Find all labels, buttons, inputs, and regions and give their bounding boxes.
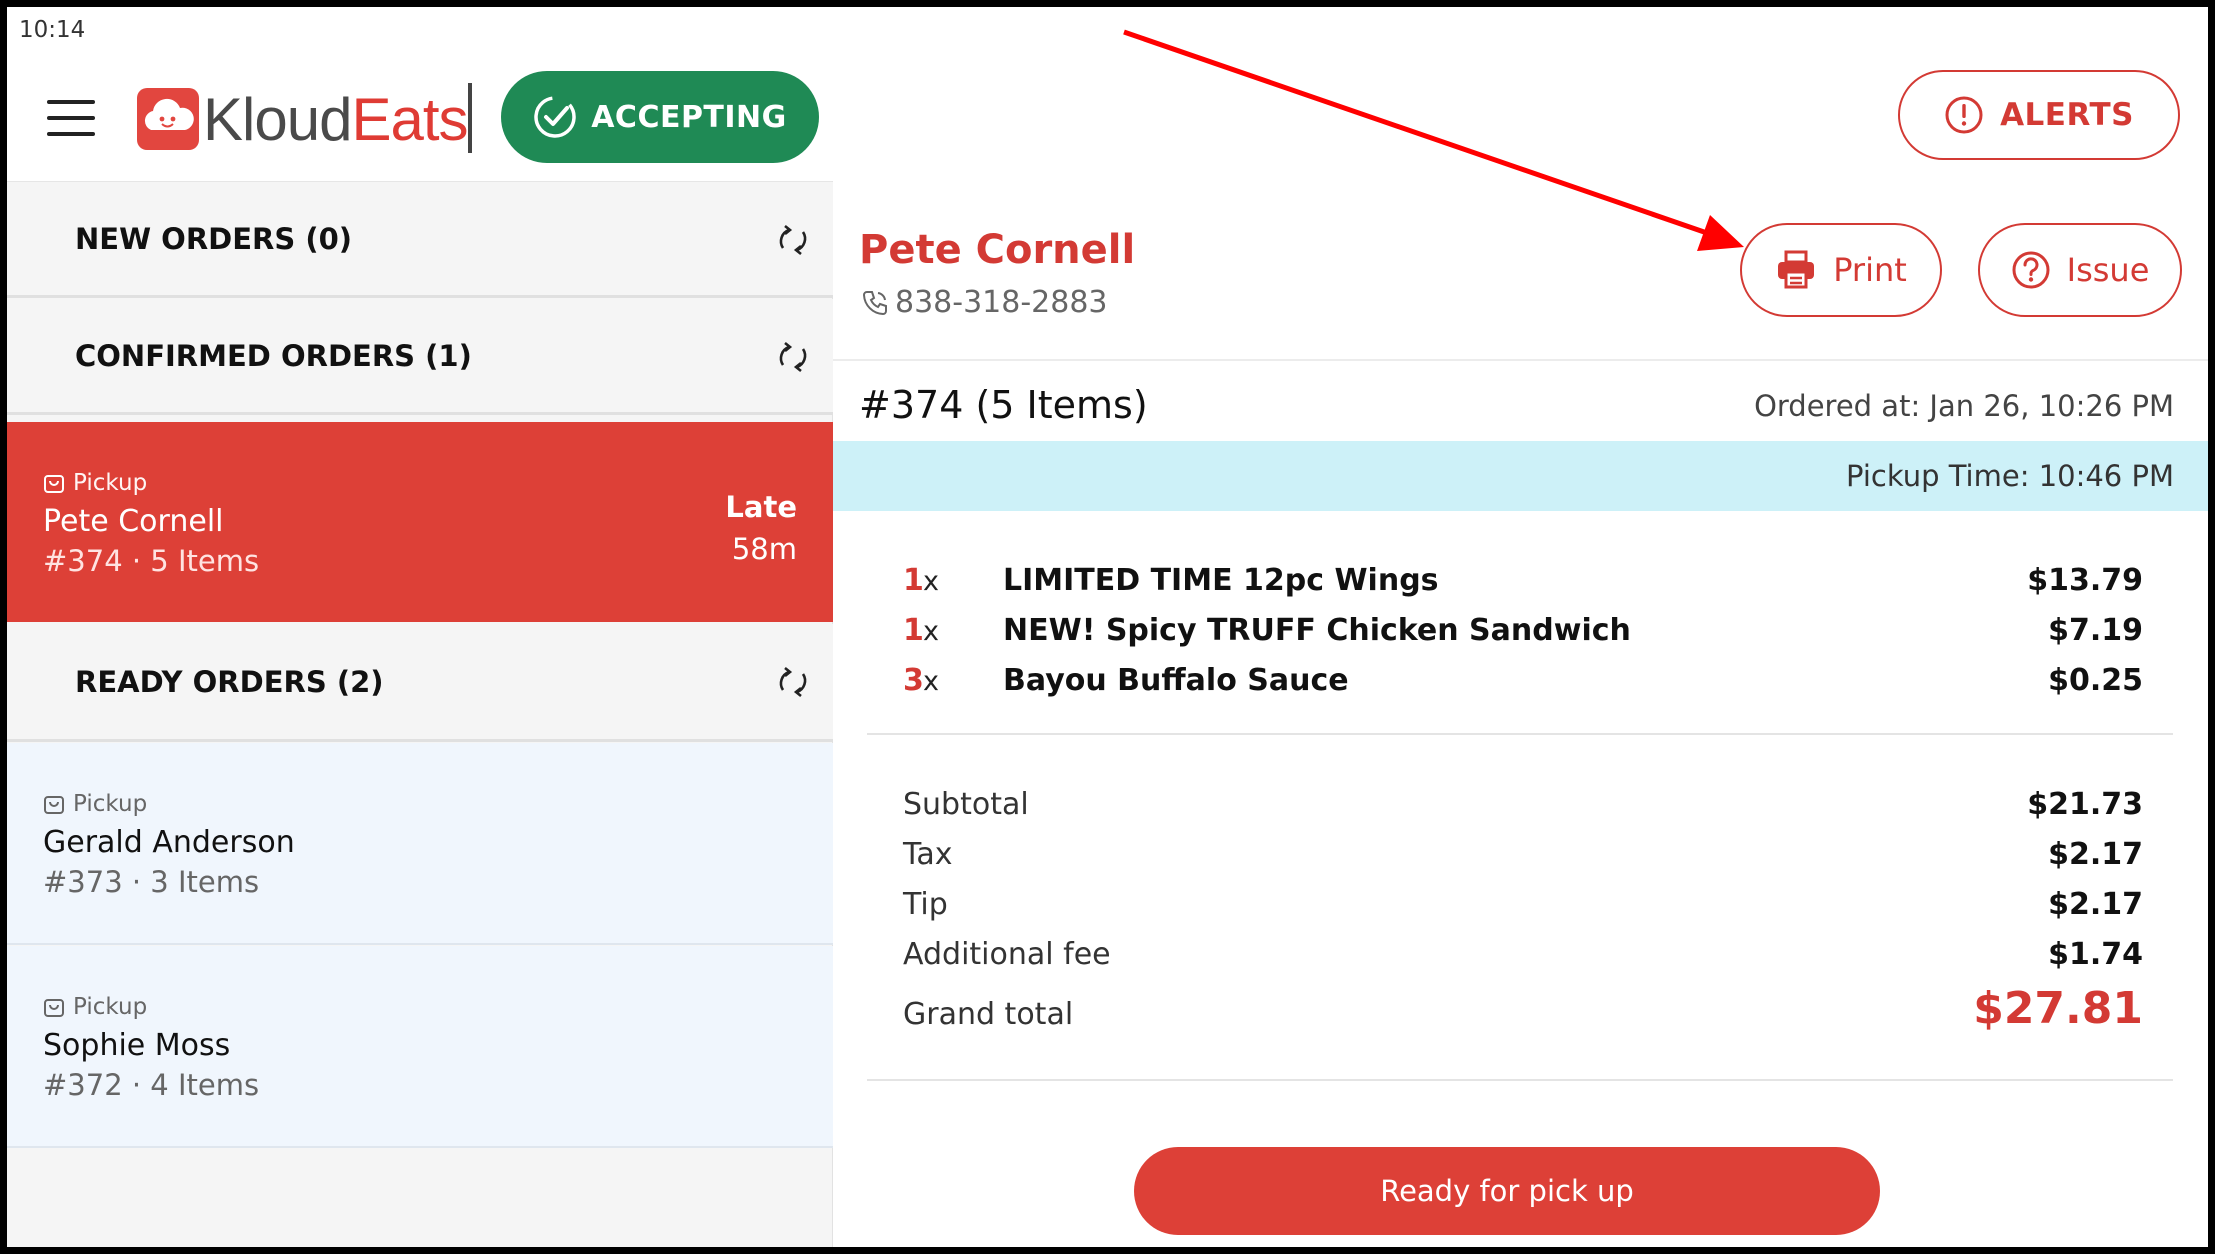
alert-icon bbox=[1945, 96, 1983, 134]
bag-icon bbox=[44, 796, 64, 814]
order-card-active[interactable]: Pickup Pete Cornell #374 · 5 Items Late … bbox=[7, 422, 833, 622]
item-price: $7.19 bbox=[2048, 613, 2143, 648]
item-name: LIMITED TIME 12pc Wings bbox=[1003, 563, 1439, 598]
grand-total-label: Grand total bbox=[903, 997, 1074, 1032]
order-customer-name: Gerald Anderson bbox=[43, 825, 295, 860]
section-confirmed-orders[interactable]: CONFIRMED ORDERS (1) bbox=[7, 299, 833, 415]
accepting-button[interactable]: ACCEPTING bbox=[501, 71, 819, 163]
divider bbox=[867, 733, 2173, 735]
order-type-label: Pickup bbox=[73, 791, 148, 817]
section-new-orders[interactable]: NEW ORDERS (0) bbox=[7, 182, 833, 298]
ready-for-pickup-label: Ready for pick up bbox=[1380, 1174, 1634, 1208]
subtotal-value: $21.73 bbox=[2027, 787, 2143, 822]
late-label: Late bbox=[725, 490, 797, 524]
header-divider bbox=[468, 83, 472, 153]
refresh-icon[interactable] bbox=[775, 664, 811, 700]
subtotal-label: Subtotal bbox=[903, 787, 1029, 822]
item-x: x bbox=[923, 566, 939, 597]
order-card[interactable]: Pickup Sophie Moss #372 · 4 Items bbox=[7, 946, 833, 1148]
check-circle-icon bbox=[534, 96, 576, 138]
logo-text: Kloud Eats bbox=[203, 85, 469, 154]
order-type: Pickup bbox=[43, 791, 147, 817]
tip-label: Tip bbox=[903, 887, 948, 922]
order-item-row: 1 x NEW! Spicy TRUFF Chicken Sandwich $7… bbox=[903, 613, 2143, 661]
logo-text-kloud: Kloud bbox=[203, 85, 352, 153]
item-x: x bbox=[923, 616, 939, 647]
item-name: Bayou Buffalo Sauce bbox=[1003, 663, 1349, 698]
item-price: $0.25 bbox=[2048, 663, 2143, 698]
item-qty: 1 bbox=[903, 563, 924, 598]
ordered-at: Ordered at: Jan 26, 10:26 PM bbox=[1754, 389, 2174, 423]
item-price: $13.79 bbox=[2027, 563, 2143, 598]
accepting-label: ACCEPTING bbox=[591, 99, 787, 135]
refresh-icon[interactable] bbox=[775, 222, 811, 258]
print-label: Print bbox=[1833, 251, 1907, 289]
pickup-time-bar: Pickup Time: 10:46 PM bbox=[833, 441, 2208, 511]
divider bbox=[867, 1079, 2173, 1081]
additional-fee-value: $1.74 bbox=[2048, 937, 2143, 972]
help-icon bbox=[2012, 251, 2050, 289]
menu-icon[interactable] bbox=[47, 100, 95, 138]
late-time: 58m bbox=[731, 532, 797, 566]
customer-name: Pete Cornell bbox=[859, 227, 1136, 273]
bag-icon bbox=[44, 999, 64, 1017]
section-ready-orders[interactable]: READY ORDERS (2) bbox=[7, 624, 833, 742]
late-badge: Late 58m bbox=[725, 486, 797, 570]
order-meta: #374 · 5 Items bbox=[43, 544, 260, 578]
customer-phone-number: 838-318-2883 bbox=[895, 285, 1108, 320]
tax-label: Tax bbox=[903, 837, 953, 872]
bag-icon bbox=[44, 475, 64, 493]
additional-fee-label: Additional fee bbox=[903, 937, 1111, 972]
divider bbox=[833, 359, 2208, 361]
order-type-label: Pickup bbox=[73, 470, 148, 496]
grand-total-value: $27.81 bbox=[1973, 983, 2143, 1034]
pickup-time: Pickup Time: 10:46 PM bbox=[1845, 459, 2174, 493]
section-title: NEW ORDERS (0) bbox=[75, 221, 353, 256]
orders-sidebar: NEW ORDERS (0) CONFIRMED ORDERS (1) Pick… bbox=[7, 181, 833, 1247]
order-type: Pickup bbox=[43, 470, 147, 496]
phone-icon bbox=[862, 290, 887, 315]
order-item-row: 1 x LIMITED TIME 12pc Wings $13.79 bbox=[903, 563, 2143, 611]
ready-for-pickup-button[interactable]: Ready for pick up bbox=[1134, 1147, 1880, 1235]
order-item-row: 3 x Bayou Buffalo Sauce $0.25 bbox=[903, 663, 2143, 711]
order-card[interactable]: Pickup Gerald Anderson #373 · 3 Items bbox=[7, 743, 833, 945]
alerts-button[interactable]: ALERTS bbox=[1898, 70, 2180, 160]
app-window: 10:14 Kloud Eats ACCEPTING ALERTS NEW OR… bbox=[7, 7, 2208, 1247]
tip-value: $2.17 bbox=[2048, 887, 2143, 922]
status-time: 10:14 bbox=[19, 17, 86, 43]
order-meta: #373 · 3 Items bbox=[43, 865, 260, 899]
alerts-label: ALERTS bbox=[2000, 97, 2134, 133]
issue-button[interactable]: Issue bbox=[1978, 223, 2182, 317]
order-type-label: Pickup bbox=[73, 994, 148, 1020]
issue-label: Issue bbox=[2066, 251, 2150, 289]
section-title: READY ORDERS (2) bbox=[75, 664, 384, 699]
cloud-logo-icon bbox=[137, 88, 199, 150]
item-x: x bbox=[923, 666, 939, 697]
print-button[interactable]: Print bbox=[1740, 223, 1942, 317]
printer-icon bbox=[1778, 250, 1815, 289]
refresh-icon[interactable] bbox=[775, 339, 811, 375]
tax-value: $2.17 bbox=[2048, 837, 2143, 872]
section-title: CONFIRMED ORDERS (1) bbox=[75, 338, 472, 373]
item-name: NEW! Spicy TRUFF Chicken Sandwich bbox=[1003, 613, 1631, 648]
order-title: #374 (5 Items) bbox=[859, 383, 1148, 427]
item-qty: 3 bbox=[903, 663, 924, 698]
logo: Kloud Eats bbox=[137, 83, 469, 155]
order-customer-name: Pete Cornell bbox=[43, 504, 224, 539]
item-qty: 1 bbox=[903, 613, 924, 648]
customer-phone[interactable]: 838-318-2883 bbox=[861, 285, 1108, 320]
logo-text-eats: Eats bbox=[351, 85, 468, 153]
order-customer-name: Sophie Moss bbox=[43, 1028, 231, 1063]
order-meta: #372 · 4 Items bbox=[43, 1068, 260, 1102]
order-type: Pickup bbox=[43, 994, 147, 1020]
